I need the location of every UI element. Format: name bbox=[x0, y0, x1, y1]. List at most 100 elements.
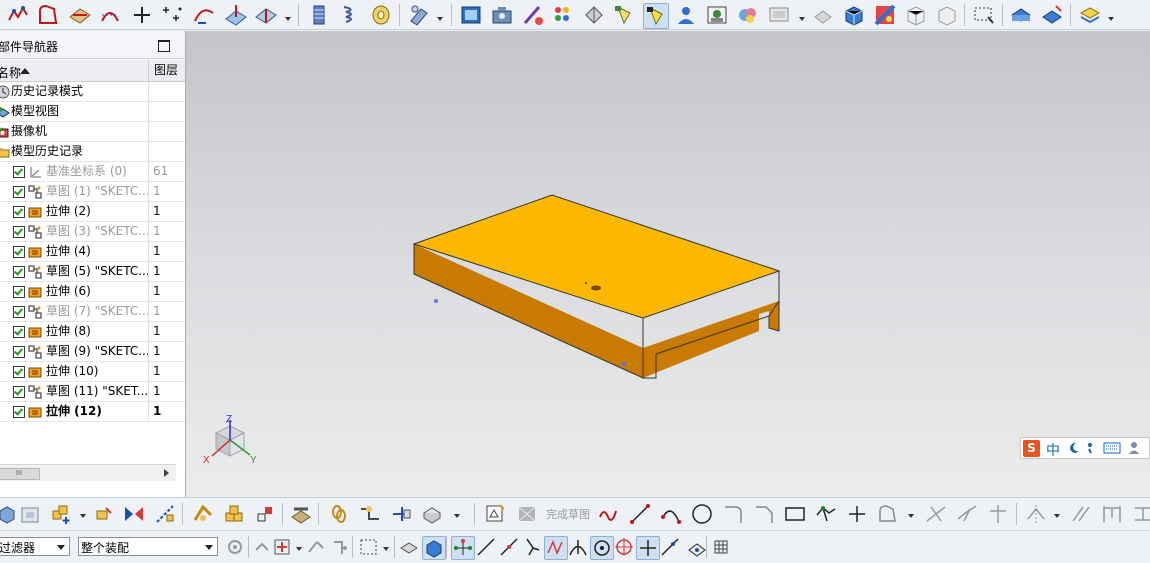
weld-icon[interactable] bbox=[407, 3, 431, 27]
section-curve-icon[interactable] bbox=[224, 3, 248, 27]
sort-ascending-icon[interactable] bbox=[20, 68, 30, 74]
wireframe-box-icon[interactable] bbox=[904, 3, 928, 27]
layer-more-dropdown[interactable] bbox=[1108, 17, 1114, 21]
component-more-dropdown[interactable] bbox=[80, 514, 86, 518]
graphics-window[interactable]: Z X Y bbox=[186, 31, 1150, 497]
weld-more-dropdown[interactable] bbox=[437, 17, 443, 21]
highlight-icon[interactable] bbox=[643, 3, 669, 29]
layer-settings-icon[interactable] bbox=[1078, 3, 1102, 27]
part-flange-face[interactable] bbox=[643, 301, 779, 378]
visibility-checkbox[interactable] bbox=[13, 406, 25, 418]
keyboard-icon[interactable] bbox=[1103, 442, 1121, 454]
tree-row[interactable]: 草图 (1) "SKETC... 1 bbox=[0, 182, 185, 202]
ime-logo-icon[interactable]: S bbox=[1023, 440, 1040, 457]
explode-view-icon[interactable] bbox=[154, 503, 176, 525]
tree-row[interactable]: 拉伸 (2) 1 bbox=[0, 202, 185, 222]
part-top-face[interactable] bbox=[414, 195, 779, 318]
display-icon[interactable] bbox=[767, 3, 791, 27]
selection-scope-select[interactable]: 整个装配 bbox=[78, 537, 218, 556]
tree-row[interactable]: 基准坐标系 (0) 61 bbox=[0, 162, 185, 182]
visibility-checkbox[interactable] bbox=[13, 206, 25, 218]
snap-toggle-icon[interactable] bbox=[252, 536, 274, 558]
sketch-profile-icon[interactable] bbox=[598, 503, 620, 525]
existing-point-snap-icon[interactable] bbox=[636, 536, 660, 560]
visibility-checkbox[interactable] bbox=[0, 126, 4, 136]
point-on-face-snap-icon[interactable] bbox=[686, 536, 708, 558]
make-corner-icon[interactable] bbox=[987, 503, 1009, 525]
arc-center-snap-icon[interactable] bbox=[544, 536, 568, 560]
tree-row[interactable]: 模型视图 bbox=[0, 102, 185, 122]
studio-icon[interactable] bbox=[490, 3, 514, 27]
offset-sketch-icon[interactable] bbox=[877, 503, 899, 525]
texture-icon[interactable] bbox=[736, 3, 760, 27]
mirror-more-dropdown[interactable] bbox=[1054, 514, 1060, 518]
selection-box-dropdown[interactable] bbox=[383, 547, 389, 551]
fillet-icon[interactable] bbox=[722, 503, 744, 525]
sketch-more-dropdown[interactable] bbox=[908, 514, 914, 518]
point-on-curve-snap-icon[interactable] bbox=[659, 536, 681, 558]
punctuation-icon[interactable] bbox=[1085, 441, 1099, 455]
line-icon[interactable] bbox=[629, 503, 651, 525]
fastener-icon[interactable] bbox=[390, 503, 412, 525]
midpoint-snap-icon[interactable] bbox=[475, 536, 497, 558]
fit-curve-icon[interactable] bbox=[192, 3, 216, 27]
scene-icon[interactable] bbox=[705, 3, 729, 27]
display-more-dropdown[interactable] bbox=[799, 17, 805, 21]
wave-link-icon[interactable] bbox=[192, 503, 214, 525]
part-body[interactable] bbox=[412, 194, 781, 379]
scroll-thumb[interactable]: III bbox=[0, 468, 40, 480]
tree-row[interactable]: 拉伸 (10) 1 bbox=[0, 362, 185, 382]
point-set-icon[interactable] bbox=[160, 3, 184, 27]
quick-trim-icon[interactable] bbox=[925, 503, 947, 525]
point-snap-icon[interactable] bbox=[272, 536, 294, 558]
curve-rule-icon[interactable] bbox=[305, 536, 327, 558]
gear-icon[interactable] bbox=[369, 3, 393, 27]
tree-row[interactable]: 拉伸 (6) 1 bbox=[0, 282, 185, 302]
tree-row[interactable]: 模型历史记录 bbox=[0, 142, 185, 162]
tree-row[interactable]: 草图 (7) "SKETC... 1 bbox=[0, 302, 185, 322]
color-palette-icon[interactable] bbox=[551, 3, 575, 27]
visibility-checkbox[interactable] bbox=[13, 306, 25, 318]
profile-icon[interactable] bbox=[6, 3, 30, 27]
scroll-right-arrow-icon[interactable] bbox=[164, 469, 169, 477]
lighting-icon[interactable] bbox=[582, 3, 606, 27]
view-front-icon[interactable] bbox=[1009, 3, 1033, 27]
tree-row[interactable]: 历史记录模式 bbox=[0, 82, 185, 102]
rectangle-icon[interactable] bbox=[784, 503, 806, 525]
visual-effects-icon[interactable] bbox=[873, 3, 897, 27]
visibility-checkbox[interactable] bbox=[13, 226, 25, 238]
shape-studio-icon[interactable] bbox=[811, 3, 835, 27]
polygon-icon[interactable] bbox=[815, 503, 837, 525]
quadrant-snap-icon[interactable] bbox=[590, 536, 614, 560]
circle-icon[interactable] bbox=[691, 503, 713, 525]
tree-row[interactable]: 草图 (3) "SKETC... 1 bbox=[0, 222, 185, 242]
offset-curve-icon[interactable] bbox=[98, 3, 122, 27]
new-component-icon[interactable] bbox=[50, 503, 72, 525]
auto-constraint-icon[interactable] bbox=[1132, 503, 1150, 525]
intersection-snap-icon[interactable] bbox=[521, 536, 543, 558]
check-clearance-icon[interactable] bbox=[290, 503, 312, 525]
maximize-icon[interactable] bbox=[158, 40, 170, 52]
sketch-icon[interactable] bbox=[484, 503, 506, 525]
selection-box-icon[interactable] bbox=[358, 536, 380, 558]
sequence-icon[interactable] bbox=[421, 503, 443, 525]
visibility-checkbox[interactable] bbox=[13, 366, 25, 378]
part-hole[interactable] bbox=[591, 285, 601, 291]
body-selection-icon[interactable] bbox=[422, 536, 446, 560]
arc-icon[interactable] bbox=[660, 503, 682, 525]
intersection-curve-icon[interactable] bbox=[254, 3, 278, 27]
dimension-icon[interactable] bbox=[1101, 503, 1123, 525]
grid-snap-icon[interactable] bbox=[710, 536, 732, 558]
spring-icon[interactable] bbox=[338, 3, 362, 27]
render-icon[interactable] bbox=[459, 3, 483, 27]
constraint-parallel-icon[interactable] bbox=[1070, 503, 1092, 525]
tree-row[interactable]: 草图 (9) "SKETC... 1 bbox=[0, 342, 185, 362]
visibility-checkbox[interactable] bbox=[13, 186, 25, 198]
column-name[interactable]: 名称 bbox=[0, 64, 21, 81]
pattern-component-icon[interactable] bbox=[254, 503, 276, 525]
tree-row[interactable]: 拉伸 (4) 1 bbox=[0, 242, 185, 262]
endpoint-snap-icon[interactable] bbox=[451, 536, 475, 560]
hidden-edges-icon[interactable] bbox=[935, 3, 959, 27]
snap-more-dropdown[interactable] bbox=[296, 547, 302, 551]
tree-row[interactable]: 草图 (11) "SKET... 1 bbox=[0, 382, 185, 402]
